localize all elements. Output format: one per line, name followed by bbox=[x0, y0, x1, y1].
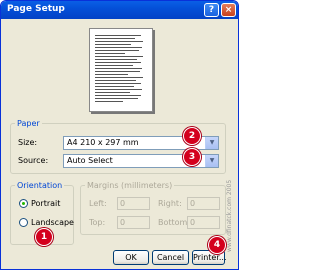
page-preview bbox=[89, 28, 153, 112]
callout-2-badge: 2 bbox=[183, 127, 201, 145]
margin-left-field[interactable]: 0 bbox=[117, 197, 150, 210]
margin-right-label: Right: bbox=[158, 199, 182, 208]
preview-text-line bbox=[95, 86, 134, 87]
callout-3-badge: 3 bbox=[183, 148, 201, 166]
preview-text-line bbox=[95, 53, 125, 54]
preview-text-line bbox=[95, 41, 143, 42]
preview-text-line bbox=[95, 50, 139, 51]
portrait-label[interactable]: Portrait bbox=[31, 199, 60, 208]
preview-text-line bbox=[95, 62, 141, 63]
source-value: Auto Select bbox=[67, 156, 113, 165]
title-bar[interactable]: Page Setup ? × bbox=[1, 1, 238, 19]
preview-text-line bbox=[95, 71, 140, 72]
paper-legend: Paper bbox=[17, 119, 40, 128]
preview-text-line bbox=[95, 74, 128, 75]
margins-legend: Margins (millimeters) bbox=[87, 181, 173, 190]
callout-4-badge: 4 bbox=[208, 236, 226, 254]
margin-left-label: Left: bbox=[89, 199, 107, 208]
preview-text-line bbox=[95, 98, 138, 99]
margin-bottom-label: Bottom: bbox=[158, 218, 191, 227]
orientation-legend: Orientation bbox=[17, 181, 63, 190]
margin-bottom-field[interactable]: 0 bbox=[187, 216, 220, 229]
margin-top-label: Top: bbox=[89, 218, 106, 227]
chevron-down-icon[interactable]: ▼ bbox=[205, 155, 218, 167]
preview-text-line bbox=[95, 80, 136, 81]
close-button[interactable]: × bbox=[221, 3, 236, 17]
preview-text-line bbox=[95, 101, 123, 102]
preview-text-line bbox=[95, 56, 143, 57]
help-button[interactable]: ? bbox=[204, 3, 219, 17]
preview-text-line bbox=[95, 89, 142, 90]
ok-button[interactable]: OK bbox=[113, 250, 149, 265]
portrait-radio[interactable] bbox=[19, 199, 28, 208]
cancel-button[interactable]: Cancel bbox=[152, 250, 189, 265]
source-label: Source: bbox=[18, 156, 49, 165]
chevron-down-icon[interactable]: ▼ bbox=[205, 137, 218, 149]
watermark-text: www.dfinatck.com 2005 bbox=[226, 179, 233, 252]
size-value: A4 210 x 297 mm bbox=[67, 138, 139, 147]
preview-text-line bbox=[95, 65, 133, 66]
size-label: Size: bbox=[18, 138, 38, 147]
margin-right-field[interactable]: 0 bbox=[187, 197, 220, 210]
dialog-title: Page Setup bbox=[7, 4, 65, 14]
preview-text-line bbox=[95, 68, 142, 69]
preview-text-line bbox=[95, 44, 131, 45]
preview-text-line bbox=[95, 59, 137, 60]
margin-top-field[interactable]: 0 bbox=[117, 216, 150, 229]
preview-text-line bbox=[95, 38, 135, 39]
landscape-radio[interactable] bbox=[19, 218, 28, 227]
preview-text-line bbox=[95, 92, 130, 93]
preview-text-line bbox=[95, 77, 143, 78]
landscape-label[interactable]: Landscape bbox=[31, 218, 74, 227]
callout-1-badge: 1 bbox=[35, 228, 53, 246]
preview-text-line bbox=[95, 47, 142, 48]
preview-text-line bbox=[95, 95, 141, 96]
preview-text-line bbox=[95, 35, 141, 36]
preview-text-line bbox=[95, 83, 141, 84]
page-setup-dialog: Page Setup ? × Paper Size: A4 210 x 297 … bbox=[0, 0, 239, 270]
